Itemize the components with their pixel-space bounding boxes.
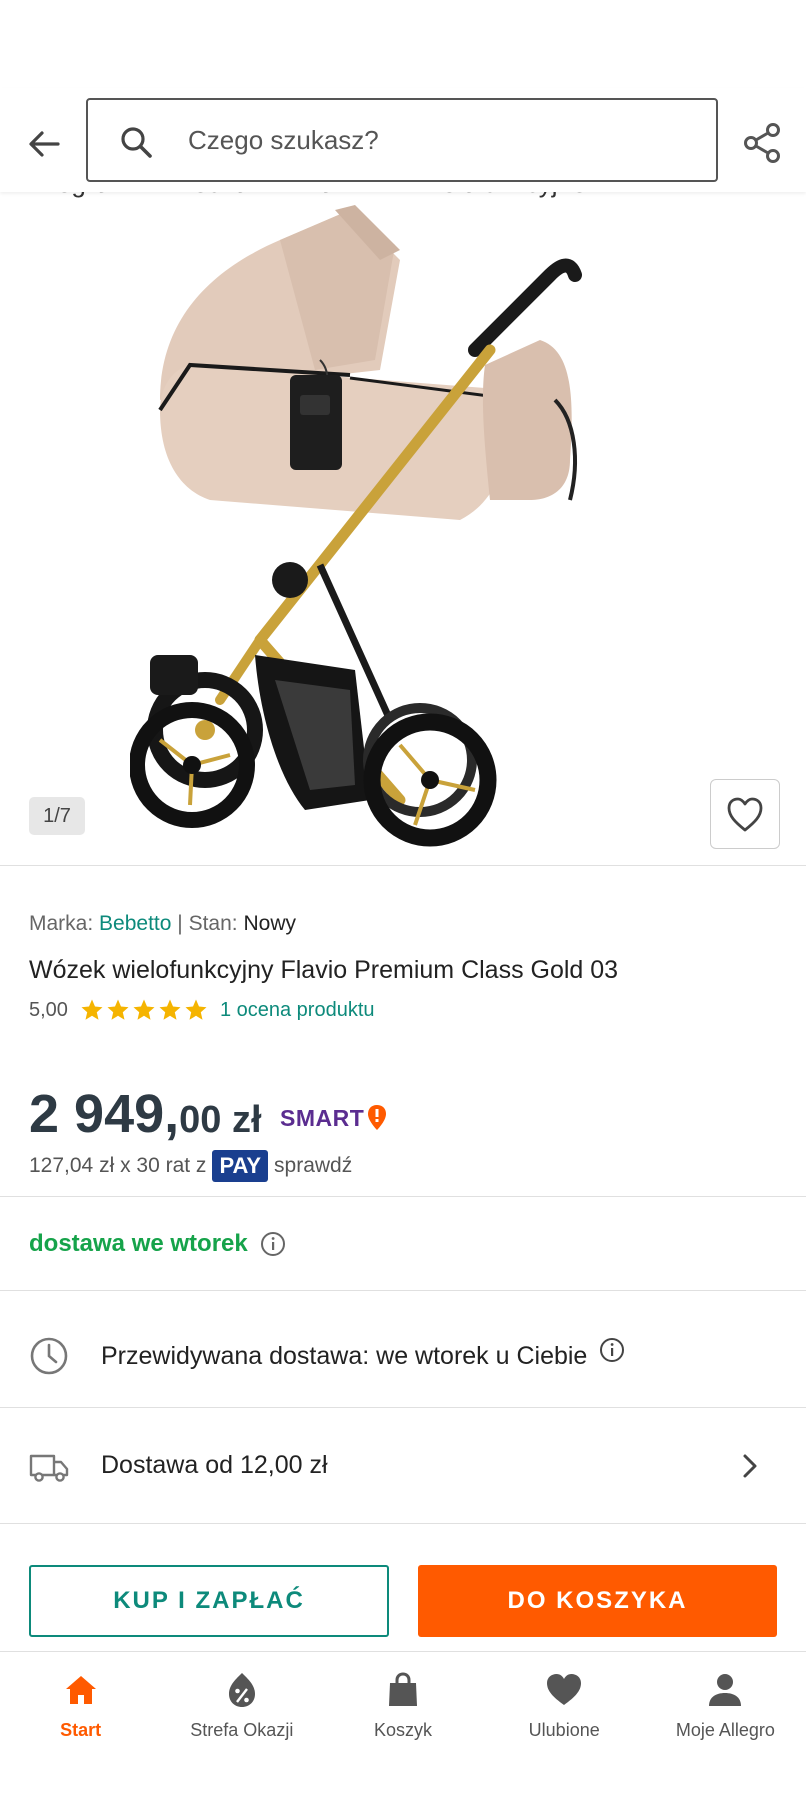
back-button[interactable] bbox=[22, 122, 66, 166]
nav-label: Koszyk bbox=[373, 1720, 433, 1740]
check-link[interactable]: sprawdź bbox=[274, 1154, 352, 1178]
condition-value: Nowy bbox=[243, 912, 296, 935]
nav-item-start[interactable]: Start bbox=[0, 1652, 161, 1796]
star-icon bbox=[81, 999, 103, 1020]
pay-badge: PAY bbox=[212, 1150, 269, 1182]
smart-logo: SMART bbox=[280, 1104, 388, 1132]
product-title: Wózek wielofunkcyjny Flavio Premium Clas… bbox=[29, 956, 619, 984]
info-icon[interactable] bbox=[260, 1231, 286, 1257]
expected-delivery-row: Przewidywana dostawa: we wtorek u Ciebie bbox=[101, 1337, 625, 1371]
installments: 127,04 zł x 30 rat z PAY sprawdź bbox=[29, 1150, 352, 1182]
divider bbox=[0, 1196, 806, 1197]
bottom-nav: Start Strefa Okazji Koszyk Ulubione Moje… bbox=[0, 1651, 806, 1796]
info-icon[interactable] bbox=[599, 1337, 625, 1363]
nav-label: Ulubione bbox=[528, 1720, 600, 1740]
user-icon bbox=[709, 1674, 742, 1706]
delivery-day: dostawa we wtorek bbox=[29, 1230, 286, 1258]
installments-text: 127,04 zł x 30 rat z bbox=[29, 1154, 207, 1177]
condition-label: Stan: bbox=[188, 912, 238, 935]
brand-link[interactable]: Bebetto bbox=[99, 912, 171, 935]
shopping-bag-icon bbox=[389, 1672, 417, 1706]
smart-label: SMART bbox=[280, 1104, 365, 1131]
smart-pin-icon bbox=[368, 1105, 387, 1130]
home-icon bbox=[65, 1676, 96, 1704]
rating: 5,00 1 ocena produktu bbox=[29, 998, 375, 1022]
delivery-day-label: dostawa we wtorek bbox=[29, 1230, 248, 1257]
delivery-cost-row[interactable]: Dostawa od 12,00 zł bbox=[101, 1451, 328, 1480]
truck-icon bbox=[29, 1454, 69, 1482]
share-icon bbox=[744, 123, 780, 163]
search-icon bbox=[121, 127, 152, 158]
deals-icon bbox=[228, 1673, 255, 1707]
price-fraction: 00 zł bbox=[179, 1099, 262, 1141]
rating-stars bbox=[80, 998, 208, 1022]
nav-label: Start bbox=[60, 1720, 102, 1740]
rating-value: 5,00 bbox=[29, 998, 68, 1021]
nav-label: Moje Allegro bbox=[675, 1720, 775, 1740]
add-to-cart-button[interactable]: DO KOSZYKA bbox=[418, 1565, 777, 1637]
clock-icon bbox=[30, 1337, 68, 1375]
nav-item-deals[interactable]: Strefa Okazji bbox=[161, 1652, 322, 1796]
heart-outline-icon bbox=[727, 797, 763, 832]
rating-link[interactable]: 1 ocena produktu bbox=[220, 999, 375, 1022]
search-input[interactable] bbox=[188, 100, 688, 180]
nav-item-favorites[interactable]: Ulubione bbox=[484, 1652, 645, 1796]
buy-now-button[interactable]: KUP I ZAPŁAĆ bbox=[29, 1565, 389, 1637]
search-box[interactable] bbox=[86, 98, 718, 182]
divider bbox=[0, 1523, 806, 1524]
chevron-right-icon[interactable] bbox=[738, 1450, 762, 1482]
nav-item-cart[interactable]: Koszyk bbox=[322, 1652, 483, 1796]
star-icon bbox=[185, 999, 207, 1020]
divider bbox=[0, 1407, 806, 1408]
heart-icon bbox=[547, 1674, 582, 1705]
nav-label: Strefa Okazji bbox=[190, 1720, 294, 1740]
brand-condition-line: Marka: Bebetto | Stan: Nowy bbox=[29, 912, 296, 936]
divider bbox=[0, 865, 806, 866]
image-counter: 1/7 bbox=[29, 797, 85, 835]
star-icon bbox=[159, 999, 181, 1020]
price-main: 2 949, bbox=[29, 1084, 180, 1144]
price: 2 949,00 zł bbox=[29, 1083, 262, 1145]
separator: | bbox=[177, 912, 183, 935]
star-icon bbox=[107, 999, 129, 1020]
divider bbox=[0, 1290, 806, 1291]
share-button[interactable] bbox=[740, 120, 786, 166]
product-image[interactable] bbox=[130, 200, 690, 870]
expected-delivery-text: Przewidywana dostawa: we wtorek u Ciebie bbox=[101, 1342, 588, 1370]
top-bar bbox=[0, 88, 806, 192]
nav-item-my-allegro[interactable]: Moje Allegro bbox=[645, 1652, 806, 1796]
arrow-left-icon bbox=[29, 131, 60, 157]
star-icon bbox=[133, 999, 155, 1020]
favorite-button[interactable] bbox=[710, 779, 780, 849]
brand-label: Marka: bbox=[29, 912, 94, 935]
delivery-cost-text: Dostawa od 12,00 zł bbox=[101, 1451, 328, 1479]
